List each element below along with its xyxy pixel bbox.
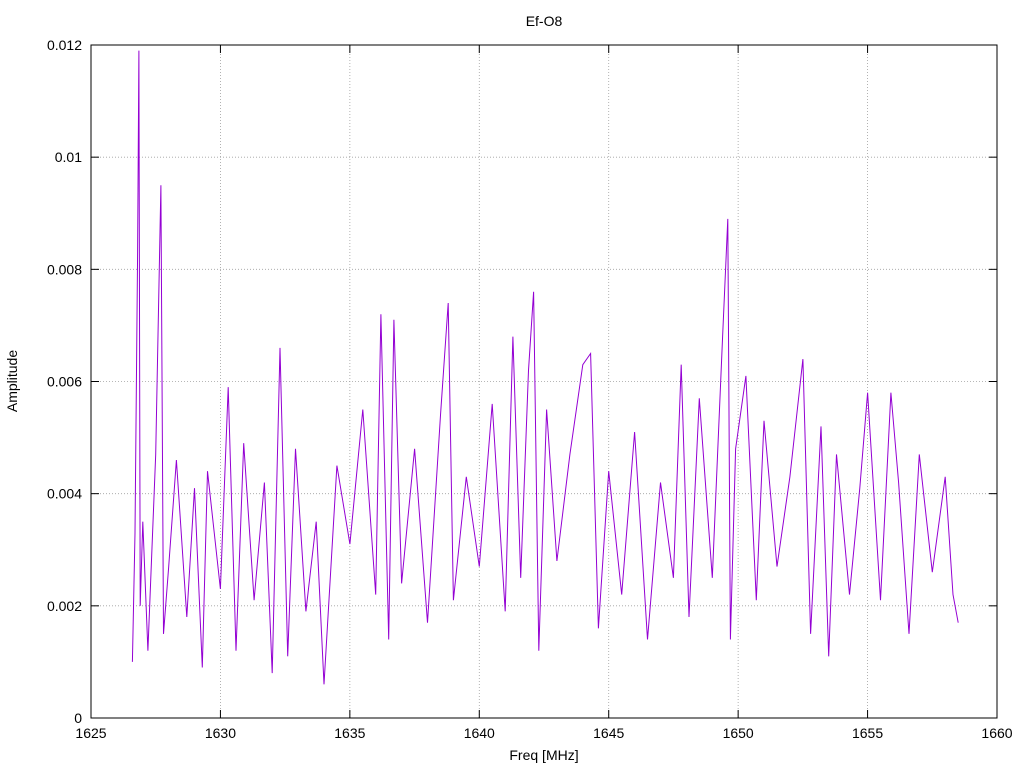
x-tick-label: 1660 [981, 725, 1012, 741]
y-tick-label: 0.006 [47, 374, 82, 390]
x-tick-label: 1640 [464, 725, 495, 741]
x-tick-labels: 1625 1630 1635 1640 1645 1650 1655 1660 [75, 725, 1012, 741]
amplitude-chart: Ef-O8 1625 1630 1635 1640 1645 1650 1655 1660 0… [4, 13, 1013, 763]
chart-title: Ef-O8 [526, 13, 563, 29]
x-tick-label: 1650 [723, 725, 754, 741]
y-tick-label: 0 [74, 710, 82, 726]
x-tick-label: 1625 [75, 725, 106, 741]
y-tick-label: 0.002 [47, 598, 82, 614]
x-tick-label: 1630 [205, 725, 236, 741]
y-tick-labels: 0 0.002 0.004 0.006 0.008 0.01 0.012 [47, 37, 82, 726]
grid [91, 45, 997, 718]
series-area [131, 50, 959, 685]
x-tick-label: 1655 [852, 725, 883, 741]
y-tick-label: 0.004 [47, 486, 82, 502]
y-tick-label: 0.01 [55, 149, 82, 165]
y-tick-label: 0.012 [47, 37, 82, 53]
series-line [131, 50, 959, 685]
x-axis-label: Freq [MHz] [509, 747, 578, 763]
y-axis-label: Amplitude [4, 350, 20, 412]
y-tick-label: 0.008 [47, 261, 82, 277]
x-tick-label: 1645 [593, 725, 624, 741]
x-tick-label: 1635 [334, 725, 365, 741]
